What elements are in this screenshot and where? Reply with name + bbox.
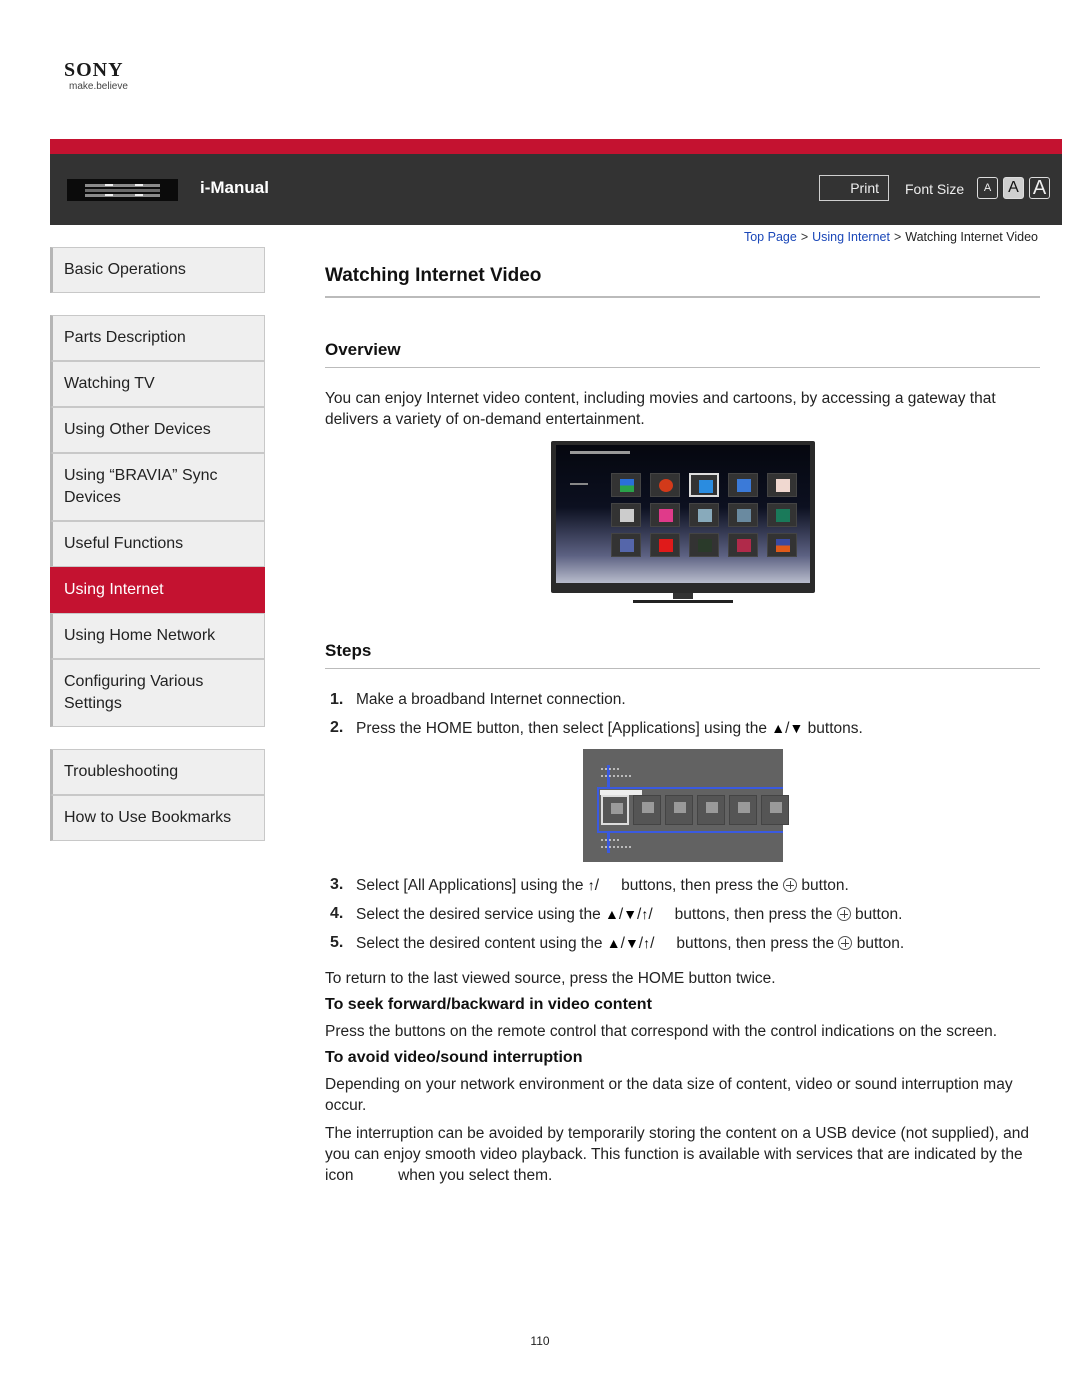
sidebar-item-parts-description[interactable]: Parts Description bbox=[50, 315, 265, 361]
step-1: 1. Make a broadband Internet connection. bbox=[330, 691, 626, 708]
up-arrow-icon: ▲ bbox=[771, 720, 786, 736]
up-arrow-icon: ▲ bbox=[606, 935, 621, 951]
font-size-large-button[interactable]: A bbox=[1029, 177, 1050, 199]
step-4: 4. Select the desired service using the ▲… bbox=[330, 905, 903, 923]
sidebar-item-troubleshooting[interactable]: Troubleshooting bbox=[50, 749, 265, 795]
page-title: Watching Internet Video bbox=[325, 265, 1040, 298]
sidebar-item-bookmarks[interactable]: How to Use Bookmarks bbox=[50, 795, 265, 841]
header-bar: i-Manual Print Font Size A A A bbox=[50, 139, 1062, 225]
avoid-heading: To avoid video/sound interruption bbox=[325, 1049, 583, 1066]
sidebar-nav: Basic Operations Parts Description Watch… bbox=[50, 247, 265, 841]
enter-button-icon bbox=[783, 878, 798, 892]
enter-button-icon bbox=[836, 907, 851, 921]
tv-screenshot-image bbox=[550, 441, 815, 609]
font-size-small-button[interactable]: A bbox=[977, 177, 998, 199]
brand-name: SONY bbox=[64, 59, 124, 81]
breadcrumb-separator: > bbox=[893, 230, 902, 244]
step-3: 3. Select [All Applications] using the ↑/… bbox=[330, 876, 849, 894]
up-arrow-icon: ▲ bbox=[605, 906, 619, 922]
main-content: Watching Internet Video Overview You can… bbox=[325, 265, 1040, 1186]
down-arrow-icon: ▼ bbox=[789, 720, 804, 736]
enter-button-icon bbox=[838, 936, 853, 950]
down-arrow-icon: ▼ bbox=[623, 906, 638, 922]
font-size-medium-button[interactable]: A bbox=[1003, 177, 1024, 199]
manual-book-icon bbox=[67, 179, 178, 201]
sidebar-item-home-network[interactable]: Using Home Network bbox=[50, 613, 265, 659]
sidebar-item-basic-operations[interactable]: Basic Operations bbox=[50, 247, 265, 293]
seek-heading: To seek forward/backward in video conten… bbox=[325, 996, 652, 1013]
sidebar-item-bravia-sync[interactable]: Using “BRAVIA” Sync Devices bbox=[50, 453, 265, 521]
step-2: 2. Press the HOME button, then select [Ap… bbox=[330, 719, 863, 737]
header-accent-bar bbox=[50, 139, 1062, 154]
page-number: 110 bbox=[530, 1334, 550, 1348]
breadcrumb: Top Page > Using Internet > Watching Interne… bbox=[744, 230, 1038, 244]
breadcrumb-current: Watching Internet Video bbox=[905, 230, 1038, 244]
breadcrumb-using-internet[interactable]: Using Internet bbox=[812, 230, 890, 244]
down-arrow-icon: ▼ bbox=[624, 935, 639, 951]
avoid-text-1: Depending on your network environment or… bbox=[325, 1076, 1013, 1114]
brand-tagline: make.believe bbox=[69, 81, 128, 92]
sidebar-item-useful-functions[interactable]: Useful Functions bbox=[50, 521, 265, 567]
steps-list-continued: 3. Select [All Applications] using the ↑/… bbox=[325, 875, 1040, 954]
down-arrow-icon bbox=[606, 833, 610, 853]
step-5: 5. Select the desired content using the ▲… bbox=[330, 934, 905, 952]
breadcrumb-top-page[interactable]: Top Page bbox=[744, 230, 797, 244]
applications-screenshot-image bbox=[582, 749, 789, 862]
breadcrumb-separator: > bbox=[800, 230, 809, 244]
sidebar-item-using-other-devices[interactable]: Using Other Devices bbox=[50, 407, 265, 453]
overview-text: You can enjoy Internet video content, in… bbox=[325, 390, 996, 428]
app-title: i-Manual bbox=[200, 178, 269, 197]
avoid-text-2: The interruption can be avoided by tempo… bbox=[325, 1125, 1029, 1184]
return-note: To return to the last viewed source, pre… bbox=[325, 970, 776, 987]
up-thin-arrow-icon: ↑ bbox=[587, 877, 595, 893]
sony-logo: SONY make.believe bbox=[64, 60, 128, 92]
font-size-label: Font Size bbox=[905, 181, 965, 197]
overview-heading: Overview bbox=[325, 340, 1040, 368]
seek-text: Press the buttons on the remote control … bbox=[325, 1023, 998, 1040]
sidebar-item-using-internet[interactable]: Using Internet bbox=[50, 567, 265, 613]
sidebar-item-configuring-settings[interactable]: Configuring Various Settings bbox=[50, 659, 265, 727]
sidebar-item-watching-tv[interactable]: Watching TV bbox=[50, 361, 265, 407]
steps-heading: Steps bbox=[325, 641, 1040, 669]
steps-list: 1. Make a broadband Internet connection. … bbox=[325, 690, 1040, 739]
print-button[interactable]: Print bbox=[819, 175, 889, 201]
